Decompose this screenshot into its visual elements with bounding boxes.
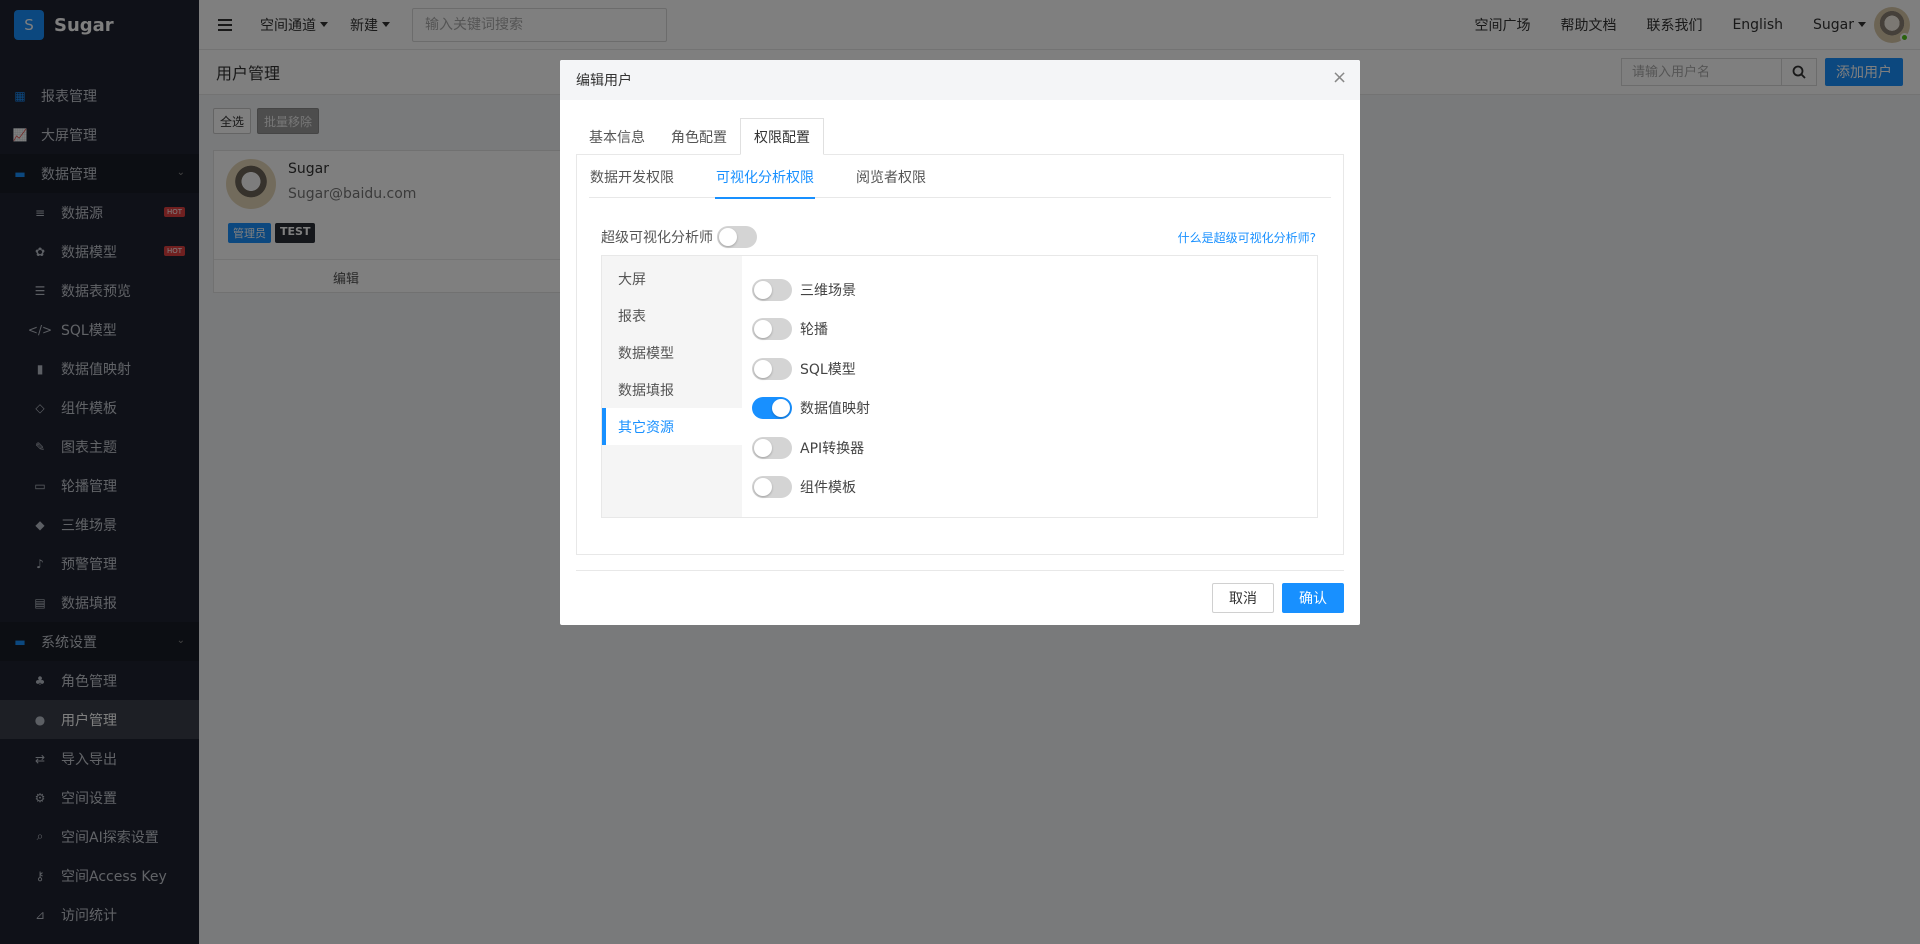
category-item[interactable]: 其它资源 — [602, 408, 742, 445]
permission-row: 数据值映射 — [752, 389, 870, 429]
permission-row: 轮播 — [752, 310, 870, 350]
super-analyst-label: 超级可视化分析师 — [601, 230, 713, 246]
subtab-data-dev[interactable]: 数据开发权限 — [589, 155, 675, 198]
subtab-visual-analysis[interactable]: 可视化分析权限 — [715, 155, 815, 199]
permission-toggle[interactable] — [752, 278, 792, 301]
dialog-title: 编辑用户 — [576, 73, 632, 89]
resource-category-list: 大屏 报表 数据模型 数据填报 其它资源 — [602, 256, 742, 517]
permission-label: API转换器 — [800, 440, 865, 457]
dialog-tabs: 基本信息 角色配置 权限配置 — [576, 118, 1344, 155]
permission-row: SQL模型 — [752, 349, 870, 389]
subtab-viewer[interactable]: 阅览者权限 — [855, 155, 927, 198]
close-icon[interactable]: × — [1332, 69, 1347, 87]
permission-label: SQL模型 — [800, 361, 856, 378]
edit-user-dialog: 编辑用户 × 基本信息 角色配置 权限配置 数据开发权限 可视化分析权限 阅览者… — [560, 60, 1360, 625]
permission-toggle[interactable] — [752, 357, 792, 380]
permission-row: API转换器 — [752, 428, 870, 468]
dialog-footer: 取消 确认 — [576, 570, 1344, 625]
permission-toggle[interactable] — [752, 318, 792, 341]
confirm-button[interactable]: 确认 — [1282, 583, 1344, 613]
tab-basic-info[interactable]: 基本信息 — [576, 118, 658, 155]
super-analyst-help-link[interactable]: 什么是超级可视化分析师? — [1178, 229, 1316, 246]
cancel-button[interactable]: 取消 — [1212, 583, 1274, 613]
category-item[interactable]: 大屏 — [602, 260, 742, 297]
tab-role-config[interactable]: 角色配置 — [658, 118, 740, 155]
permission-label: 三维场景 — [800, 282, 856, 299]
tab-permission-config[interactable]: 权限配置 — [740, 118, 824, 155]
permission-toggle-list: 三维场景轮播 SQL模型数据值映射 API转换器 组件模板 — [752, 270, 870, 507]
super-analyst-row: 超级可视化分析师 什么是超级可视化分析师? — [601, 225, 1316, 249]
permission-label: 轮播 — [800, 322, 828, 339]
permission-row: 三维场景 — [752, 270, 870, 310]
category-item[interactable]: 报表 — [602, 297, 742, 334]
category-item[interactable]: 数据填报 — [602, 371, 742, 408]
permission-toggle[interactable] — [752, 436, 792, 459]
permission-toggle[interactable] — [752, 397, 792, 420]
permission-label: 组件模板 — [800, 480, 856, 497]
permission-label: 数据值映射 — [800, 401, 870, 418]
category-item[interactable]: 数据模型 — [602, 334, 742, 371]
permission-toggle[interactable] — [752, 476, 792, 499]
permission-row: 组件模板 — [752, 468, 870, 508]
permission-subtabs: 数据开发权限 可视化分析权限 阅览者权限 — [589, 155, 1331, 199]
permission-panel: 数据开发权限 可视化分析权限 阅览者权限 超级可视化分析师 什么是超级可视化分析… — [576, 155, 1344, 555]
resource-permission-box: 大屏 报表 数据模型 数据填报 其它资源 三维场景轮播 SQL模型数据值映射 API转换器组… — [601, 255, 1318, 518]
dialog-header: 编辑用户 × — [560, 60, 1360, 100]
super-analyst-toggle[interactable] — [717, 226, 757, 248]
